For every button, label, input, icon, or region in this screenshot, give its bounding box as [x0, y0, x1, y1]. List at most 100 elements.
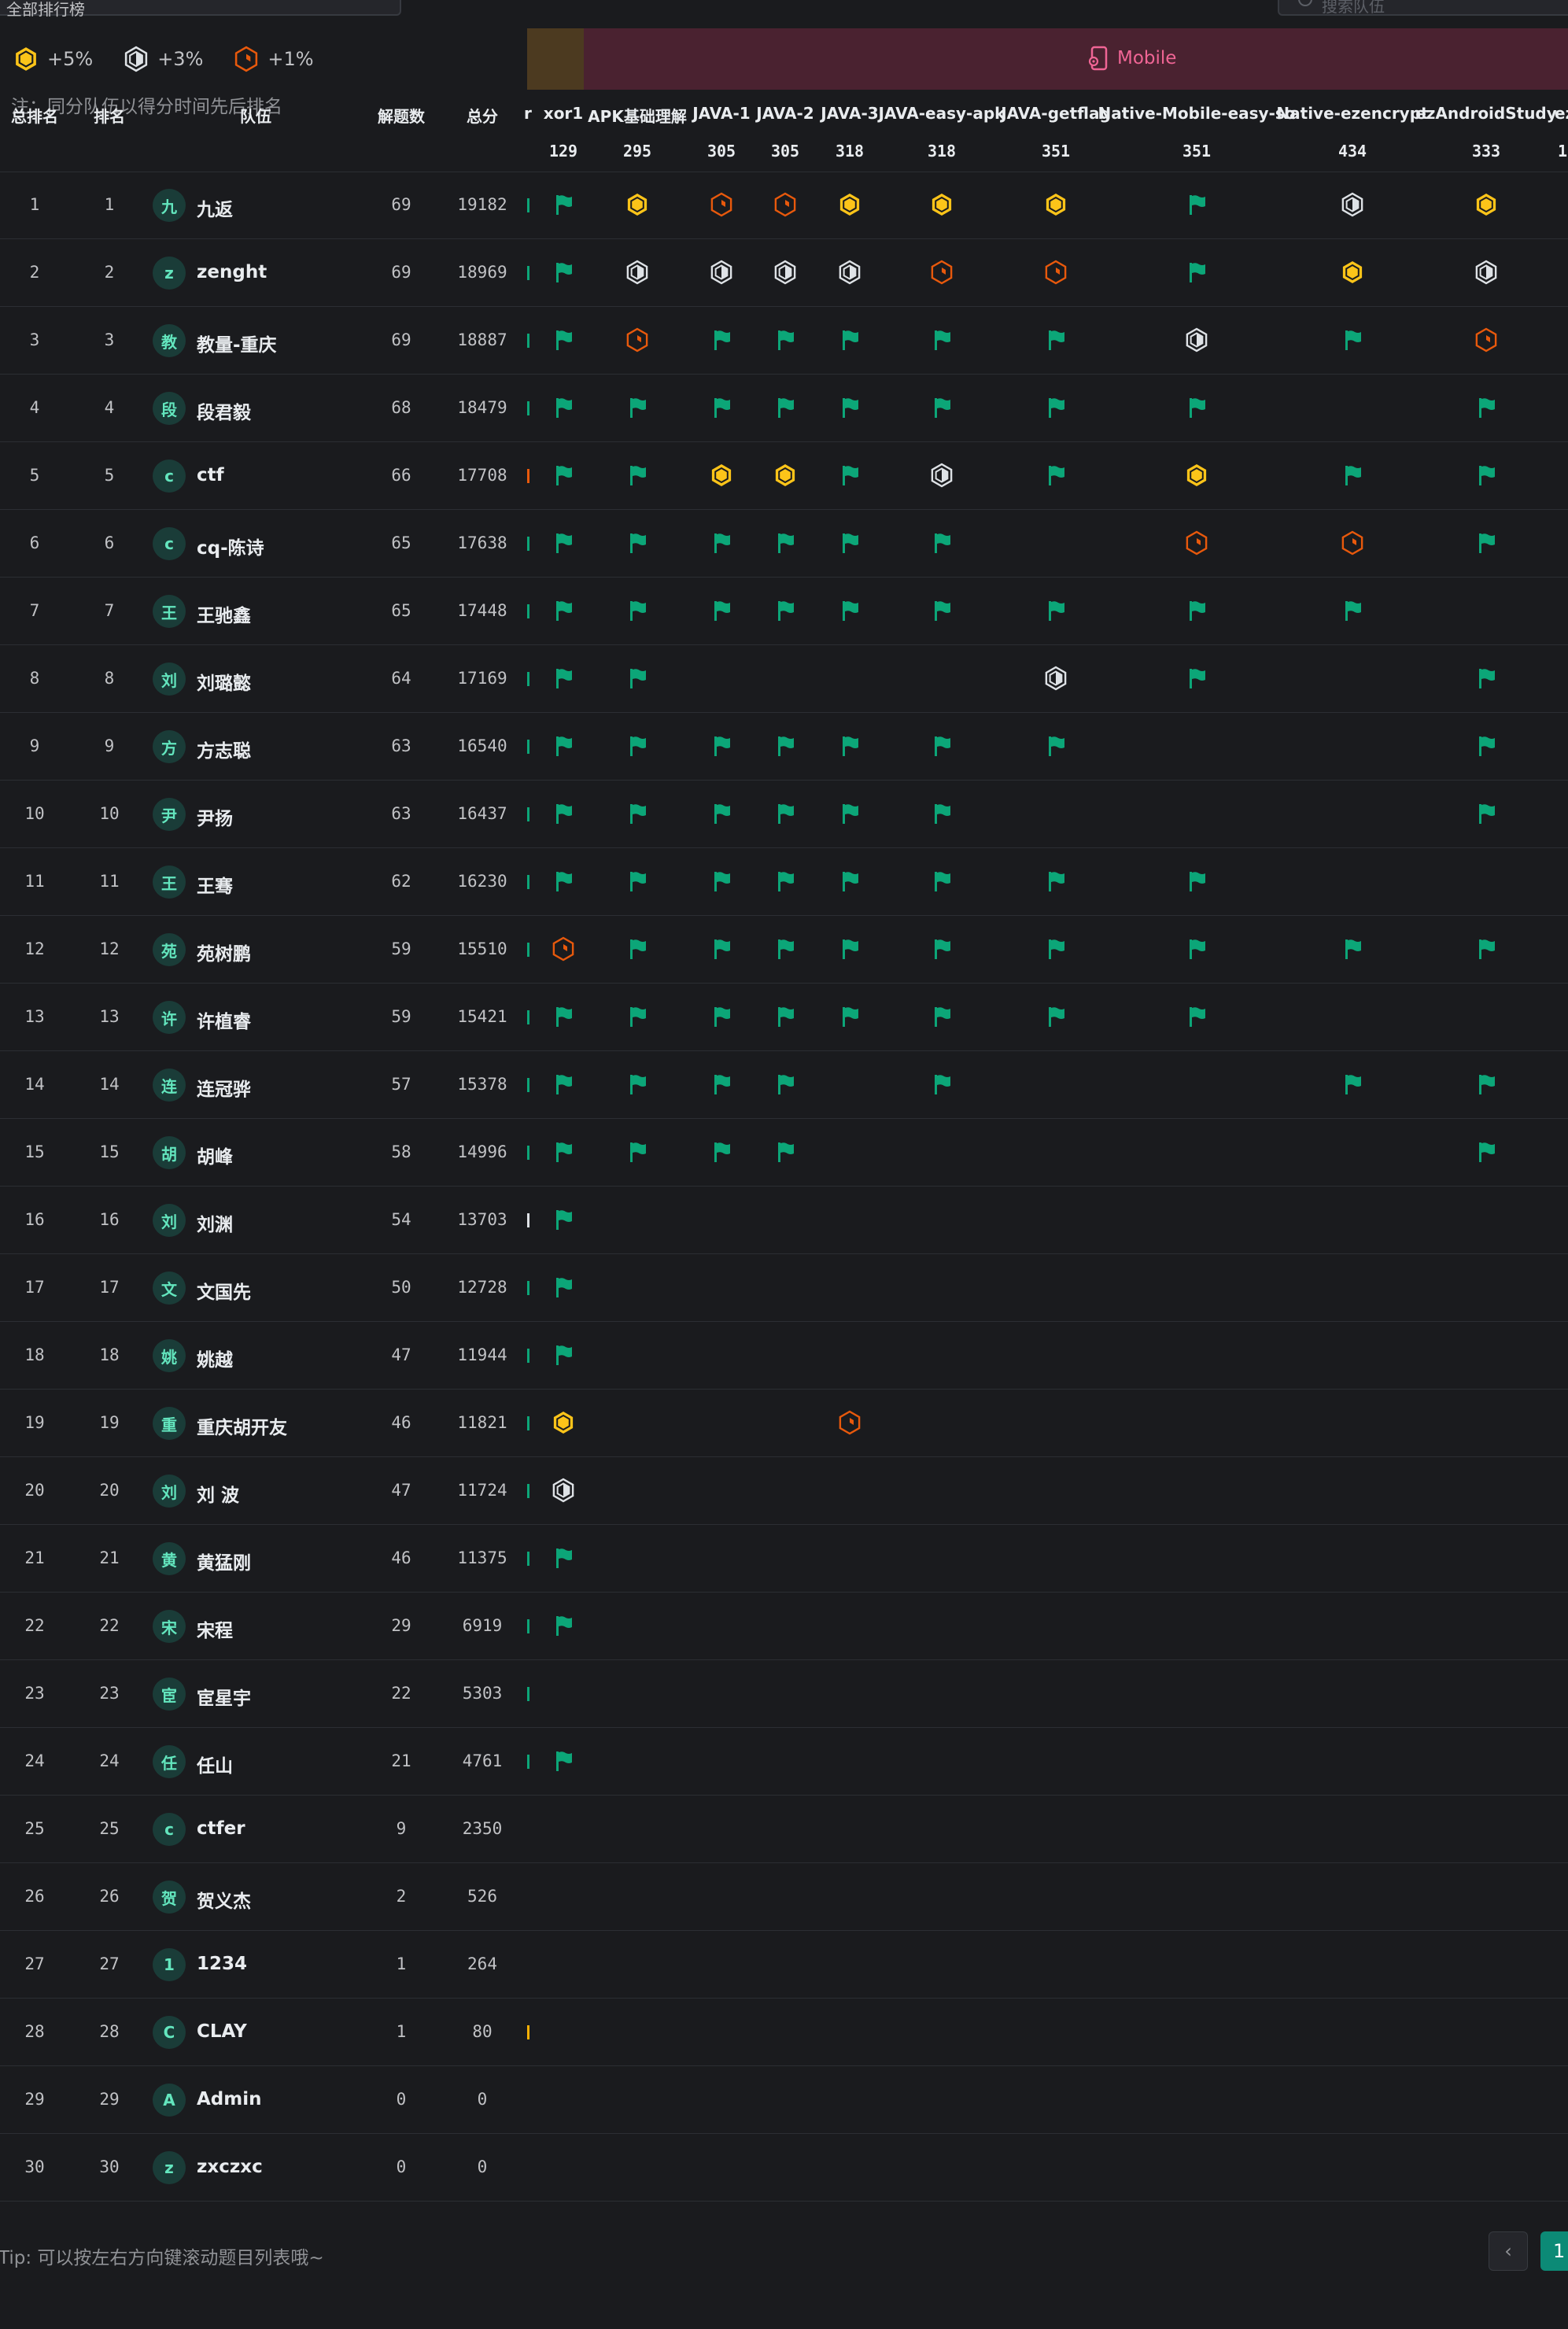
- table-row[interactable]: 22 22 29 6919 宋宋程: [0, 1593, 1568, 1660]
- team-name[interactable]: 尹扬: [197, 803, 233, 830]
- table-row[interactable]: 21 21 46 11375 黄黄猛刚: [0, 1525, 1568, 1593]
- table-row[interactable]: 17 17 50 12728 文文国先: [0, 1254, 1568, 1322]
- challenge-header[interactable]: APK基础理解: [588, 104, 687, 127]
- challenge-header[interactable]: xor1: [544, 104, 583, 123]
- challenge-header[interactable]: ez: [1555, 104, 1568, 123]
- score-cell: 14996: [457, 1142, 507, 1161]
- ranking-select[interactable]: 全部排行榜: [0, 0, 401, 19]
- table-row[interactable]: 12 12 59 15510 苑苑树鹏: [0, 916, 1568, 984]
- team-name[interactable]: 王驰鑫: [197, 600, 251, 627]
- flag-icon: [714, 872, 730, 891]
- solve-cell: [551, 1410, 576, 1437]
- table-row[interactable]: 24 24 21 4761 任任山: [0, 1728, 1568, 1796]
- challenge-header[interactable]: JAVA-easy-apk: [879, 104, 1005, 123]
- team-name[interactable]: 文国先: [197, 1277, 251, 1304]
- team-name[interactable]: 刘璐懿: [197, 668, 251, 695]
- table-row[interactable]: 4 4 68 18479 段段君毅: [0, 375, 1568, 442]
- table-row[interactable]: 3 3 69 18887 教教量-重庆: [0, 307, 1568, 375]
- team-name[interactable]: 姚越: [197, 1345, 233, 1371]
- table-row[interactable]: 9 9 63 16540 方方志聪: [0, 713, 1568, 781]
- table-row[interactable]: 2 2 69 18969 z zenght: [0, 239, 1568, 307]
- table-row[interactable]: 27 27 1 264 1 1234: [0, 1931, 1568, 1999]
- team-name[interactable]: zxczxc: [197, 2157, 263, 2177]
- team-name[interactable]: 刘 波: [197, 1480, 239, 1507]
- team-name[interactable]: 教量-重庆: [197, 330, 277, 356]
- solve-cell: [551, 530, 576, 557]
- flag-icon: [1479, 1075, 1495, 1094]
- solve-cell: [709, 530, 734, 557]
- challenge-header[interactable]: JAVA-1: [692, 104, 750, 123]
- team-name[interactable]: CLAY: [197, 2021, 247, 2042]
- challenge-header[interactable]: r: [524, 104, 532, 123]
- team-name[interactable]: 贺义杰: [197, 1886, 251, 1913]
- overall-rank-cell: 13: [24, 1007, 45, 1026]
- flag-icon: [1345, 330, 1361, 350]
- table-row[interactable]: 26 26 2 526 贺贺义杰: [0, 1863, 1568, 1931]
- avatar: A: [153, 2084, 186, 2117]
- team-name[interactable]: 黄猛刚: [197, 1548, 251, 1574]
- table-row[interactable]: 20 20 47 11724 刘刘 波: [0, 1457, 1568, 1525]
- avatar: 方: [153, 730, 186, 763]
- challenge-header[interactable]: JAVA-2: [756, 104, 814, 123]
- team-name[interactable]: cq-陈诗: [197, 533, 264, 559]
- table-row[interactable]: 13 13 59 15421 许许植睿: [0, 984, 1568, 1051]
- table-row[interactable]: 16 16 54 13703 刘刘渊: [0, 1187, 1568, 1254]
- team-name[interactable]: 宋程: [197, 1615, 233, 1642]
- table-row[interactable]: 15 15 58 14996 胡胡峰: [0, 1119, 1568, 1187]
- table-row[interactable]: 30 30 0 0 z zxczxc: [0, 2134, 1568, 2202]
- table-row[interactable]: 10 10 63 16437 尹尹扬: [0, 781, 1568, 848]
- chevron-left-icon[interactable]: ‹: [1489, 2231, 1528, 2271]
- table-row[interactable]: 23 23 22 5303 宦宦星宇: [0, 1660, 1568, 1728]
- overall-rank-cell: 10: [24, 804, 45, 823]
- challenge-header[interactable]: ezAndroidStudy: [1415, 104, 1557, 123]
- table-row[interactable]: 28 28 1 80 C CLAY: [0, 1999, 1568, 2066]
- team-name[interactable]: Admin: [197, 2089, 262, 2109]
- team-name[interactable]: 许植睿: [197, 1006, 251, 1033]
- team-name[interactable]: 1234: [197, 1954, 247, 1974]
- team-name[interactable]: 苑树鹏: [197, 939, 251, 965]
- table-row[interactable]: 7 7 65 17448 王王驰鑫: [0, 578, 1568, 645]
- solved-cell: 22: [391, 1684, 411, 1703]
- solve-cell: [773, 598, 798, 625]
- table-row[interactable]: 18 18 47 11944 姚姚越: [0, 1322, 1568, 1390]
- table-row[interactable]: 14 14 57 15378 连连冠骅: [0, 1051, 1568, 1119]
- team-name[interactable]: 刘渊: [197, 1209, 233, 1236]
- bronze-medal-icon: [839, 1410, 861, 1435]
- table-row[interactable]: 11 11 62 16230 王王骞: [0, 848, 1568, 916]
- table-row[interactable]: 1 1 69 19182 九九返: [0, 172, 1568, 239]
- team-name[interactable]: 王骞: [197, 871, 233, 898]
- team-name[interactable]: ctfer: [197, 1818, 245, 1839]
- team-name[interactable]: zenght: [197, 262, 267, 282]
- solved-cell: 68: [391, 398, 411, 417]
- table-row[interactable]: 19 19 46 11821 重重庆胡开友: [0, 1390, 1568, 1457]
- team-name[interactable]: 宦星宇: [197, 1683, 251, 1710]
- solve-cell: [773, 395, 798, 422]
- table-row[interactable]: 5 5 66 17708 c ctf: [0, 442, 1568, 510]
- solve-cell: [929, 733, 954, 760]
- search-input[interactable]: 搜索队伍: [1278, 0, 1568, 16]
- table-row[interactable]: 8 8 64 17169 刘刘璐懿: [0, 645, 1568, 713]
- page-current-button[interactable]: 1: [1540, 2231, 1568, 2271]
- team-name[interactable]: 段君毅: [197, 397, 251, 424]
- team-name[interactable]: 胡峰: [197, 1142, 233, 1168]
- challenge-header[interactable]: JAVA-getflag: [1001, 104, 1111, 123]
- flag-icon: [935, 601, 950, 621]
- team-name[interactable]: ctf: [197, 465, 224, 485]
- team-name[interactable]: 任山: [197, 1751, 233, 1777]
- team-name[interactable]: 重庆胡开友: [197, 1412, 287, 1439]
- flag-icon: [1479, 533, 1495, 553]
- table-row[interactable]: 6 6 65 17638 c cq-陈诗: [0, 510, 1568, 578]
- team-name[interactable]: 连冠骅: [197, 1074, 251, 1101]
- team-name[interactable]: 方志聪: [197, 736, 251, 762]
- table-row[interactable]: 25 25 9 2350 c ctfer: [0, 1796, 1568, 1863]
- solved-cell: 46: [391, 1548, 411, 1567]
- flag-icon: [630, 601, 646, 621]
- team-name[interactable]: 九返: [197, 194, 233, 221]
- challenge-header[interactable]: JAVA-3: [821, 104, 878, 123]
- rank-cell: 24: [99, 1751, 120, 1770]
- rank-cell: 2: [104, 263, 115, 282]
- challenge-header[interactable]: Native-Mobile-easy-so: [1098, 104, 1295, 123]
- overall-rank-cell: 24: [24, 1751, 45, 1770]
- challenge-header[interactable]: Native-ezencrypt: [1276, 104, 1428, 123]
- table-row[interactable]: 29 29 0 0 A Admin: [0, 2066, 1568, 2134]
